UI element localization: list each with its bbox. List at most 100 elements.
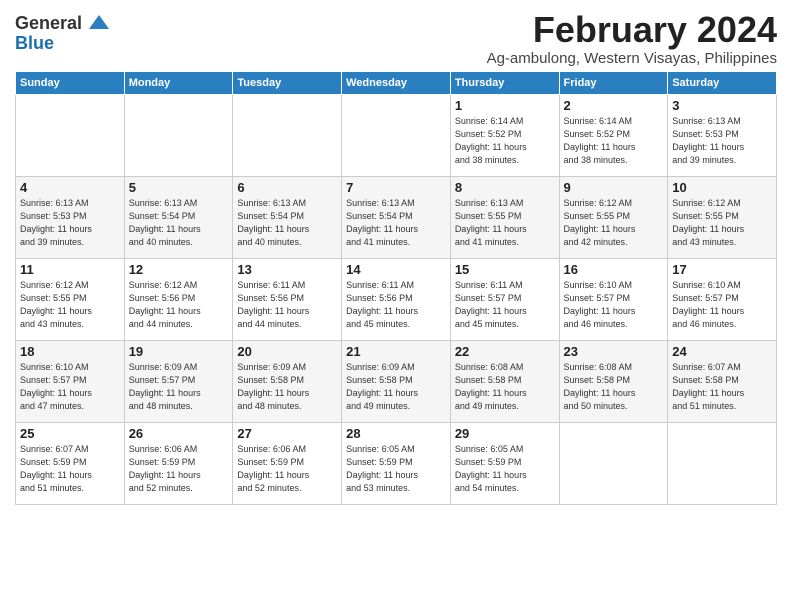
day-number: 12 xyxy=(129,262,229,277)
day-detail: Sunrise: 6:13 AM Sunset: 5:54 PM Dayligh… xyxy=(346,197,446,249)
day-number: 27 xyxy=(237,426,337,441)
calendar-cell: 29Sunrise: 6:05 AM Sunset: 5:59 PM Dayli… xyxy=(450,422,559,504)
calendar-week-2: 4 Sunrise: 6:13 AM Sunset: 5:53 PM Daylig… xyxy=(16,176,777,258)
day-detail: Sunrise: 6:06 AM Sunset: 5:59 PM Dayligh… xyxy=(237,443,337,495)
day-detail: Sunrise: 6:06 AM Sunset: 5:59 PM Dayligh… xyxy=(129,443,229,495)
calendar-cell: 25 Sunrise: 6:07 AM Sunset: 5:59 PM Dayli… xyxy=(16,422,125,504)
day-detail: Sunrise: 6:13 AM Sunset: 5:54 PM Dayligh… xyxy=(129,197,229,249)
calendar-cell: 21 Sunrise: 6:09 AM Sunset: 5:58 PM Dayli… xyxy=(342,340,451,422)
calendar-cell: 17 Sunrise: 6:10 AM Sunset: 5:57 PM Dayli… xyxy=(668,258,777,340)
day-number: 23 xyxy=(564,344,664,359)
calendar-cell xyxy=(233,94,342,176)
day-number: 28 xyxy=(346,426,446,441)
calendar-cell: 22 Sunrise: 6:08 AM Sunset: 5:58 PM Dayli… xyxy=(450,340,559,422)
calendar-cell: 15 Sunrise: 6:11 AM Sunset: 5:57 PM Dayli… xyxy=(450,258,559,340)
day-detail: Sunrise: 6:12 AM Sunset: 5:55 PM Dayligh… xyxy=(20,279,120,331)
day-detail: Sunrise: 6:09 AM Sunset: 5:58 PM Dayligh… xyxy=(237,361,337,413)
calendar-cell: 13 Sunrise: 6:11 AM Sunset: 5:56 PM Dayli… xyxy=(233,258,342,340)
day-number: 14 xyxy=(346,262,446,277)
calendar-cell: 1 Sunrise: 6:14 AM Sunset: 5:52 PM Daylig… xyxy=(450,94,559,176)
day-number: 5 xyxy=(129,180,229,195)
day-number: 3 xyxy=(672,98,772,113)
calendar-cell: 10 Sunrise: 6:12 AM Sunset: 5:55 PM Dayli… xyxy=(668,176,777,258)
calendar-cell: 23Sunrise: 6:08 AM Sunset: 5:58 PM Dayli… xyxy=(559,340,668,422)
title-block: February 2024 Ag-ambulong, Western Visay… xyxy=(487,10,777,67)
day-detail: Sunrise: 6:09 AM Sunset: 5:57 PM Dayligh… xyxy=(129,361,229,413)
calendar-cell: 20 Sunrise: 6:09 AM Sunset: 5:58 PM Dayli… xyxy=(233,340,342,422)
calendar-cell xyxy=(342,94,451,176)
calendar-week-5: 25 Sunrise: 6:07 AM Sunset: 5:59 PM Dayli… xyxy=(16,422,777,504)
day-number: 1 xyxy=(455,98,555,113)
location-subtitle: Ag-ambulong, Western Visayas, Philippine… xyxy=(487,50,777,67)
day-detail: Sunrise: 6:05 AM Sunset: 5:59 PM Dayligh… xyxy=(346,443,446,495)
day-number: 17 xyxy=(672,262,772,277)
logo-blue-text: Blue xyxy=(15,34,54,52)
logo-general-text: General xyxy=(15,13,82,33)
day-number: 13 xyxy=(237,262,337,277)
day-detail: Sunrise: 6:09 AM Sunset: 5:58 PM Dayligh… xyxy=(346,361,446,413)
day-detail: Sunrise: 6:10 AM Sunset: 5:57 PM Dayligh… xyxy=(564,279,664,331)
calendar-cell: 12Sunrise: 6:12 AM Sunset: 5:56 PM Dayli… xyxy=(124,258,233,340)
day-detail: Sunrise: 6:14 AM Sunset: 5:52 PM Dayligh… xyxy=(564,115,664,167)
day-number: 20 xyxy=(237,344,337,359)
day-detail: Sunrise: 6:13 AM Sunset: 5:53 PM Dayligh… xyxy=(20,197,120,249)
day-number: 22 xyxy=(455,344,555,359)
calendar-cell: 27 Sunrise: 6:06 AM Sunset: 5:59 PM Dayli… xyxy=(233,422,342,504)
page-header: General Blue February 2024 Ag-ambulong, … xyxy=(15,10,777,67)
day-detail: Sunrise: 6:11 AM Sunset: 5:56 PM Dayligh… xyxy=(346,279,446,331)
day-number: 7 xyxy=(346,180,446,195)
day-detail: Sunrise: 6:10 AM Sunset: 5:57 PM Dayligh… xyxy=(20,361,120,413)
calendar-cell: 19Sunrise: 6:09 AM Sunset: 5:57 PM Dayli… xyxy=(124,340,233,422)
day-number: 15 xyxy=(455,262,555,277)
day-detail: Sunrise: 6:13 AM Sunset: 5:54 PM Dayligh… xyxy=(237,197,337,249)
calendar-cell: 6 Sunrise: 6:13 AM Sunset: 5:54 PM Daylig… xyxy=(233,176,342,258)
calendar-header-row: SundayMondayTuesdayWednesdayThursdayFrid… xyxy=(16,71,777,94)
calendar-header-friday: Friday xyxy=(559,71,668,94)
calendar-body: 1 Sunrise: 6:14 AM Sunset: 5:52 PM Daylig… xyxy=(16,94,777,504)
day-number: 25 xyxy=(20,426,120,441)
month-title: February 2024 xyxy=(487,10,777,50)
calendar-cell: 2 Sunrise: 6:14 AM Sunset: 5:52 PM Daylig… xyxy=(559,94,668,176)
calendar-cell: 24 Sunrise: 6:07 AM Sunset: 5:58 PM Dayli… xyxy=(668,340,777,422)
day-detail: Sunrise: 6:11 AM Sunset: 5:57 PM Dayligh… xyxy=(455,279,555,331)
calendar-cell: 26Sunrise: 6:06 AM Sunset: 5:59 PM Dayli… xyxy=(124,422,233,504)
calendar-cell: 18 Sunrise: 6:10 AM Sunset: 5:57 PM Dayli… xyxy=(16,340,125,422)
calendar-cell: 11 Sunrise: 6:12 AM Sunset: 5:55 PM Dayli… xyxy=(16,258,125,340)
calendar-header-sunday: Sunday xyxy=(16,71,125,94)
logo: General Blue xyxy=(15,10,109,52)
day-number: 18 xyxy=(20,344,120,359)
calendar-cell: 5 Sunrise: 6:13 AM Sunset: 5:54 PM Daylig… xyxy=(124,176,233,258)
calendar-cell: 7 Sunrise: 6:13 AM Sunset: 5:54 PM Daylig… xyxy=(342,176,451,258)
day-number: 29 xyxy=(455,426,555,441)
day-number: 16 xyxy=(564,262,664,277)
day-detail: Sunrise: 6:12 AM Sunset: 5:55 PM Dayligh… xyxy=(672,197,772,249)
day-number: 2 xyxy=(564,98,664,113)
calendar-header-monday: Monday xyxy=(124,71,233,94)
day-detail: Sunrise: 6:07 AM Sunset: 5:58 PM Dayligh… xyxy=(672,361,772,413)
day-detail: Sunrise: 6:13 AM Sunset: 5:53 PM Dayligh… xyxy=(672,115,772,167)
day-number: 4 xyxy=(20,180,120,195)
day-number: 10 xyxy=(672,180,772,195)
calendar-header-saturday: Saturday xyxy=(668,71,777,94)
calendar-cell xyxy=(124,94,233,176)
day-detail: Sunrise: 6:11 AM Sunset: 5:56 PM Dayligh… xyxy=(237,279,337,331)
day-number: 6 xyxy=(237,180,337,195)
day-number: 9 xyxy=(564,180,664,195)
day-detail: Sunrise: 6:07 AM Sunset: 5:59 PM Dayligh… xyxy=(20,443,120,495)
calendar-cell xyxy=(559,422,668,504)
calendar-cell xyxy=(668,422,777,504)
day-number: 21 xyxy=(346,344,446,359)
day-detail: Sunrise: 6:12 AM Sunset: 5:55 PM Dayligh… xyxy=(564,197,664,249)
day-detail: Sunrise: 6:10 AM Sunset: 5:57 PM Dayligh… xyxy=(672,279,772,331)
calendar-cell: 8Sunrise: 6:13 AM Sunset: 5:55 PM Daylig… xyxy=(450,176,559,258)
calendar-cell: 28 Sunrise: 6:05 AM Sunset: 5:59 PM Dayli… xyxy=(342,422,451,504)
calendar-cell xyxy=(16,94,125,176)
calendar-cell: 14 Sunrise: 6:11 AM Sunset: 5:56 PM Dayli… xyxy=(342,258,451,340)
calendar-cell: 3 Sunrise: 6:13 AM Sunset: 5:53 PM Daylig… xyxy=(668,94,777,176)
day-detail: Sunrise: 6:14 AM Sunset: 5:52 PM Dayligh… xyxy=(455,115,555,167)
calendar-week-4: 18 Sunrise: 6:10 AM Sunset: 5:57 PM Dayli… xyxy=(16,340,777,422)
calendar-header-tuesday: Tuesday xyxy=(233,71,342,94)
day-detail: Sunrise: 6:08 AM Sunset: 5:58 PM Dayligh… xyxy=(455,361,555,413)
day-number: 24 xyxy=(672,344,772,359)
day-number: 11 xyxy=(20,262,120,277)
